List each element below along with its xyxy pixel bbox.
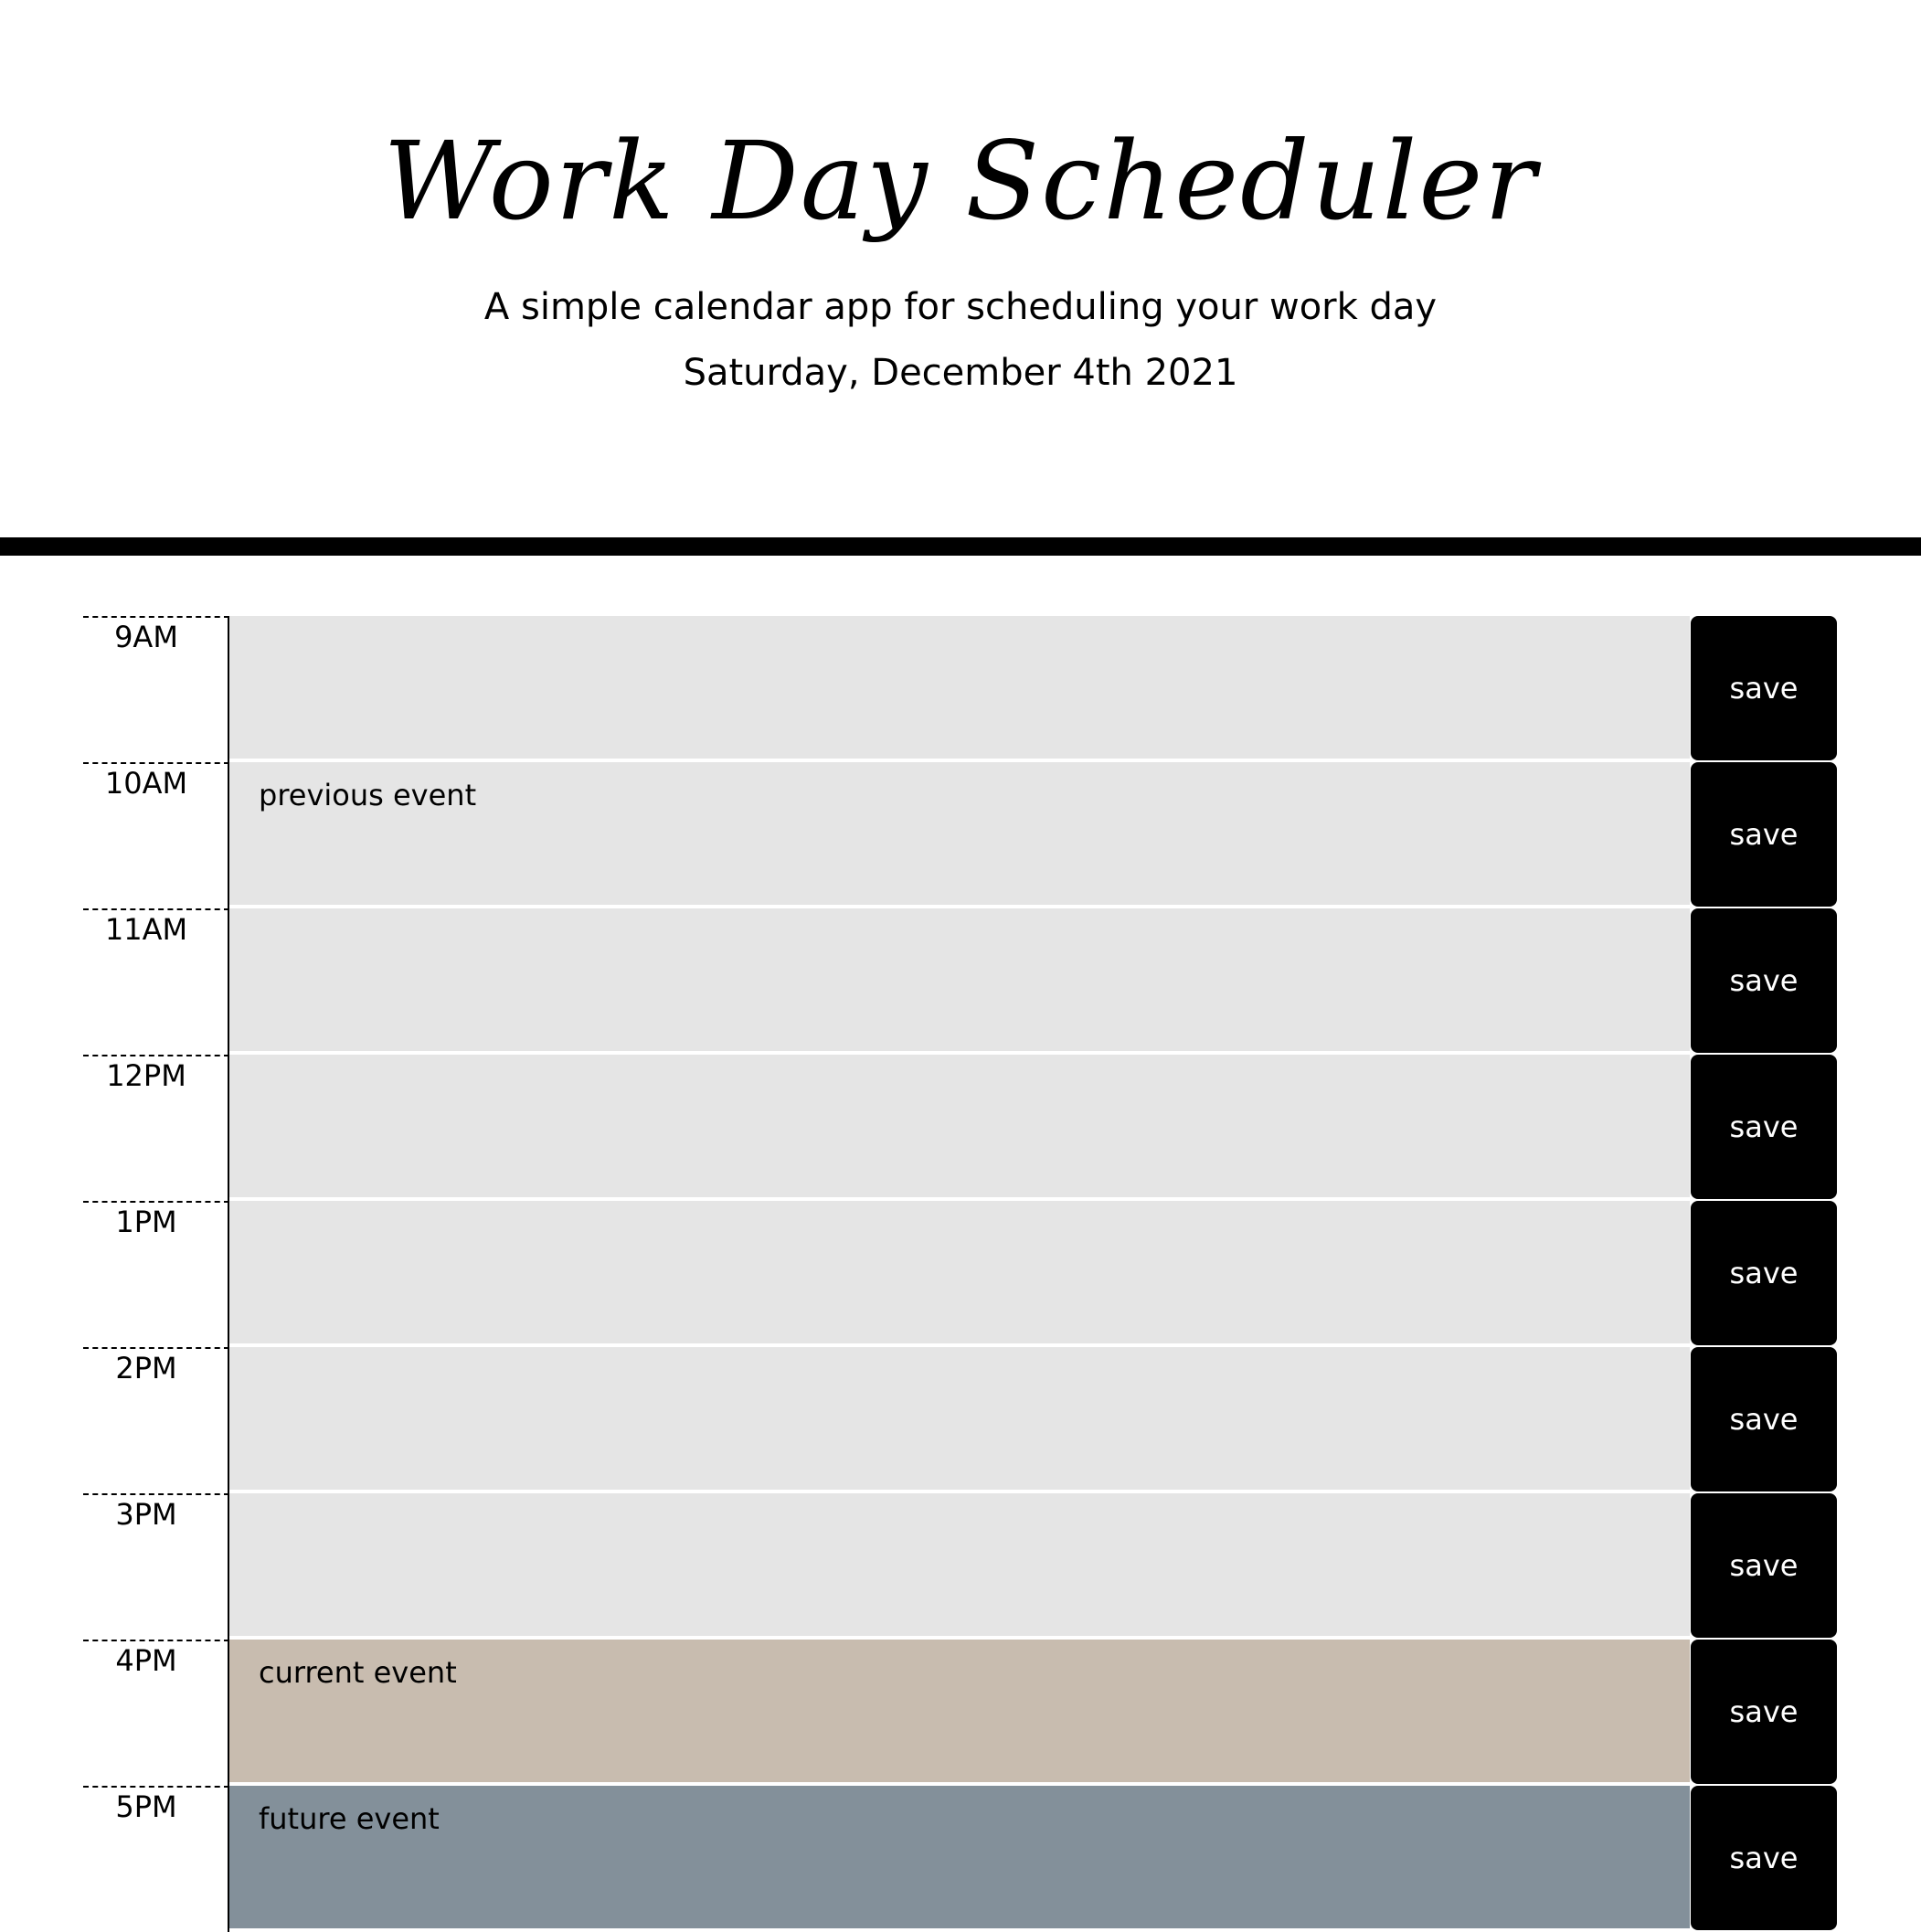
hour-label: 9AM: [83, 616, 229, 762]
hour-text: 3PM: [115, 1497, 177, 1532]
hour-label: 5PM: [83, 1786, 229, 1932]
app-subtitle: A simple calendar app for scheduling you…: [483, 286, 1438, 328]
save-button[interactable]: save: [1691, 762, 1837, 907]
hour-text: 5PM: [115, 1789, 177, 1824]
event-description[interactable]: [229, 1055, 1690, 1199]
save-button[interactable]: save: [1691, 1201, 1837, 1345]
time-block-row: 9AM save: [0, 616, 1921, 762]
hour-label: 11AM: [83, 908, 229, 1055]
time-block-row: 2PM save: [0, 1347, 1921, 1493]
save-button[interactable]: save: [1691, 1493, 1837, 1638]
save-button[interactable]: save: [1691, 1055, 1837, 1199]
event-description[interactable]: [229, 1201, 1690, 1345]
hour-text: 2PM: [115, 1351, 177, 1385]
time-block-row: 12PM save: [0, 1055, 1921, 1201]
event-description[interactable]: [229, 1493, 1690, 1638]
current-day: Saturday, December 4th 2021: [683, 352, 1238, 394]
event-description[interactable]: [229, 908, 1690, 1053]
hour-text: 1PM: [115, 1205, 177, 1239]
app-title: Work Day Scheduler: [383, 118, 1538, 244]
hour-label: 4PM: [83, 1640, 229, 1786]
hour-label: 1PM: [83, 1201, 229, 1347]
schedule: 9AM save 10AM previous event save 11AM s…: [0, 616, 1921, 1932]
hour-text: 11AM: [104, 912, 188, 947]
hour-label: 10AM: [83, 762, 229, 908]
header: Work Day Scheduler A simple calendar app…: [0, 0, 1921, 556]
save-button[interactable]: save: [1691, 1347, 1837, 1491]
save-button[interactable]: save: [1691, 616, 1837, 760]
hour-text: 12PM: [106, 1058, 186, 1093]
save-button[interactable]: save: [1691, 908, 1837, 1053]
event-description[interactable]: current event: [229, 1640, 1690, 1784]
save-button[interactable]: save: [1691, 1786, 1837, 1930]
time-block-row: 11AM save: [0, 908, 1921, 1055]
event-description[interactable]: [229, 1347, 1690, 1491]
hour-label: 3PM: [83, 1493, 229, 1640]
time-block-row: 5PM future event save: [0, 1786, 1921, 1932]
event-description[interactable]: future event: [229, 1786, 1690, 1930]
time-block-row: 4PM current event save: [0, 1640, 1921, 1786]
event-description[interactable]: [229, 616, 1690, 760]
hour-label: 2PM: [83, 1347, 229, 1493]
hour-text: 9AM: [114, 620, 178, 654]
hour-text: 4PM: [115, 1643, 177, 1678]
time-block-row: 1PM save: [0, 1201, 1921, 1347]
time-block-row: 3PM save: [0, 1493, 1921, 1640]
save-button[interactable]: save: [1691, 1640, 1837, 1784]
hour-text: 10AM: [104, 766, 188, 801]
hour-label: 12PM: [83, 1055, 229, 1201]
event-description[interactable]: previous event: [229, 762, 1690, 907]
time-block-row: 10AM previous event save: [0, 762, 1921, 908]
